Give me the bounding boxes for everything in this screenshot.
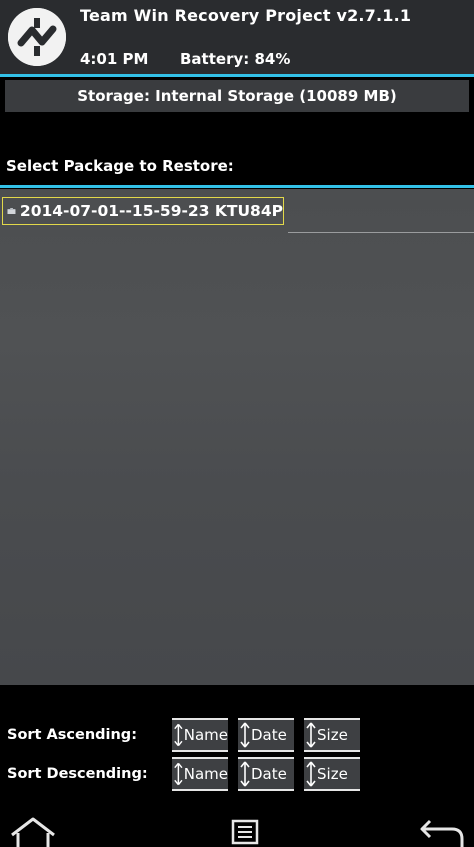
package-list[interactable]: 2014-07-01--15-59-23 KTU84P	[0, 189, 474, 685]
sort-button-label: Date	[251, 765, 287, 783]
storage-label: Storage: Internal Storage (10089 MB)	[77, 87, 397, 105]
sort-ascending-size-button[interactable]: Size	[304, 718, 360, 752]
clock: 4:01 PM	[80, 50, 149, 68]
twrp-logo	[8, 8, 66, 66]
sort-descending-date-button[interactable]: Date	[238, 757, 294, 791]
select-package-label: Select Package to Restore:	[6, 157, 234, 175]
list-divider-top	[0, 185, 474, 188]
console-log-icon[interactable]	[230, 815, 260, 845]
sort-descending-size-button[interactable]: Size	[304, 757, 360, 791]
sort-descending-label: Sort Descending:	[7, 766, 148, 782]
navigation-bar	[0, 805, 474, 847]
sort-button-label: Size	[317, 726, 348, 744]
header-divider	[0, 74, 474, 77]
sort-button-label: Name	[183, 726, 228, 744]
sort-arrow-icon	[306, 761, 316, 787]
sort-descending-name-button[interactable]: Name	[172, 757, 228, 791]
package-name: 2014-07-01--15-59-23 KTU84P	[19, 202, 283, 220]
header: Team Win Recovery Project v2.7.1.1 4:01 …	[0, 0, 474, 75]
sort-ascending-date-button[interactable]: Date	[238, 718, 294, 752]
home-icon[interactable]	[8, 813, 58, 847]
sort-arrow-icon	[240, 722, 250, 748]
twrp-restore-screen: Team Win Recovery Project v2.7.1.1 4:01 …	[0, 0, 474, 847]
sort-button-label: Name	[183, 765, 228, 783]
battery-status: Battery: 84%	[180, 50, 291, 68]
sort-ascending-label: Sort Ascending:	[7, 727, 137, 743]
storage-selector[interactable]: Storage: Internal Storage (10089 MB)	[5, 80, 469, 112]
sort-arrow-icon	[174, 762, 183, 786]
list-item[interactable]: 2014-07-01--15-59-23 KTU84P	[2, 197, 284, 225]
sort-arrow-icon	[174, 723, 183, 747]
list-item-divider	[288, 232, 474, 233]
sort-button-label: Size	[317, 765, 348, 783]
app-title: Team Win Recovery Project v2.7.1.1	[80, 6, 412, 25]
sort-ascending-name-button[interactable]: Name	[172, 718, 228, 752]
sort-arrow-icon	[306, 722, 316, 748]
folder-icon	[7, 208, 16, 214]
sort-arrow-icon	[240, 761, 250, 787]
back-icon[interactable]	[416, 813, 466, 847]
sort-button-label: Date	[251, 726, 287, 744]
